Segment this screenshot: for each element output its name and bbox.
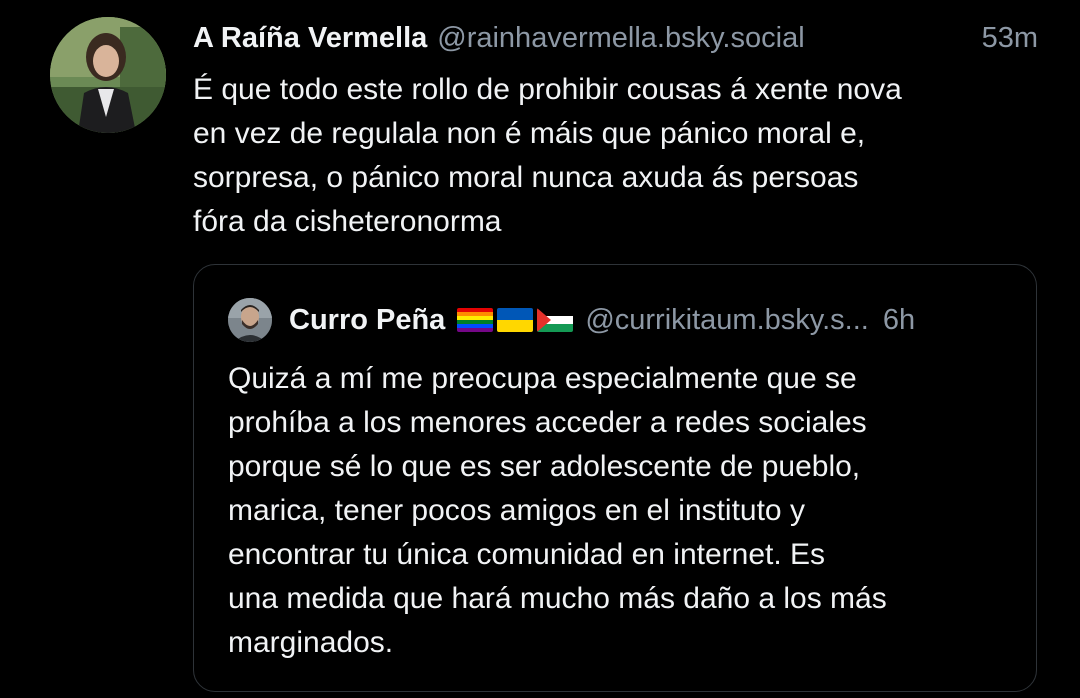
quoted-post-timestamp[interactable]: 6h	[883, 304, 915, 337]
quoted-author-handle[interactable]: @currikitaum.bsky.s...	[585, 304, 869, 337]
post-text: É que todo este rollo de prohibir cousas…	[193, 73, 902, 238]
ukraine-flag-icon	[497, 308, 534, 332]
author-display-name[interactable]: A Raíña Vermella	[193, 22, 427, 55]
author-handle[interactable]: @rainhavermella.bsky.social	[437, 22, 804, 55]
quoted-post-text: Quizá a mí me preocupa especialmente que…	[228, 362, 887, 659]
quoted-post[interactable]: Curro Peña @currikitaum.bsky.s... 6h Qui…	[193, 264, 1037, 692]
palestine-flag-icon	[537, 308, 574, 332]
quoted-author-flags	[457, 308, 574, 332]
quoted-author-display-name[interactable]: Curro Peña	[289, 304, 445, 337]
quoted-post-header: Curro Peña @currikitaum.bsky.s... 6h	[228, 295, 1008, 345]
author-avatar[interactable]	[50, 17, 166, 133]
rainbow-pride-flag-icon	[457, 308, 494, 332]
post-header: A Raíña Vermella @rainhavermella.bsky.so…	[193, 18, 1043, 58]
quoted-author-avatar[interactable]	[228, 298, 272, 342]
post-timestamp[interactable]: 53m	[982, 22, 1043, 55]
post: A Raíña Vermella @rainhavermella.bsky.so…	[0, 0, 1080, 698]
